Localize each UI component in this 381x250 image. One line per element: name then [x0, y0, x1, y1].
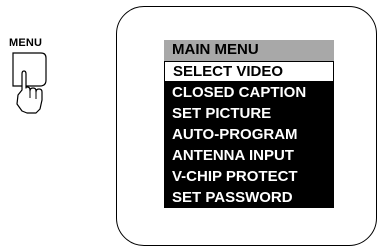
- menu-item-antenna-input[interactable]: ANTENNA INPUT: [164, 145, 334, 166]
- menu-item-closed-caption[interactable]: CLOSED CAPTION: [164, 82, 334, 103]
- hand-pressing-button-icon[interactable]: [0, 0, 70, 130]
- menu-item-set-password[interactable]: SET PASSWORD: [164, 187, 334, 208]
- menu-item-select-video[interactable]: SELECT VIDEO: [164, 61, 334, 82]
- menu-item-v-chip-protect[interactable]: V-CHIP PROTECT: [164, 166, 334, 187]
- menu-item-auto-program[interactable]: AUTO-PROGRAM: [164, 124, 334, 145]
- main-menu: MAIN MENU SELECT VIDEO CLOSED CAPTION SE…: [164, 40, 334, 208]
- main-menu-title: MAIN MENU: [164, 40, 334, 61]
- menu-item-set-picture[interactable]: SET PICTURE: [164, 103, 334, 124]
